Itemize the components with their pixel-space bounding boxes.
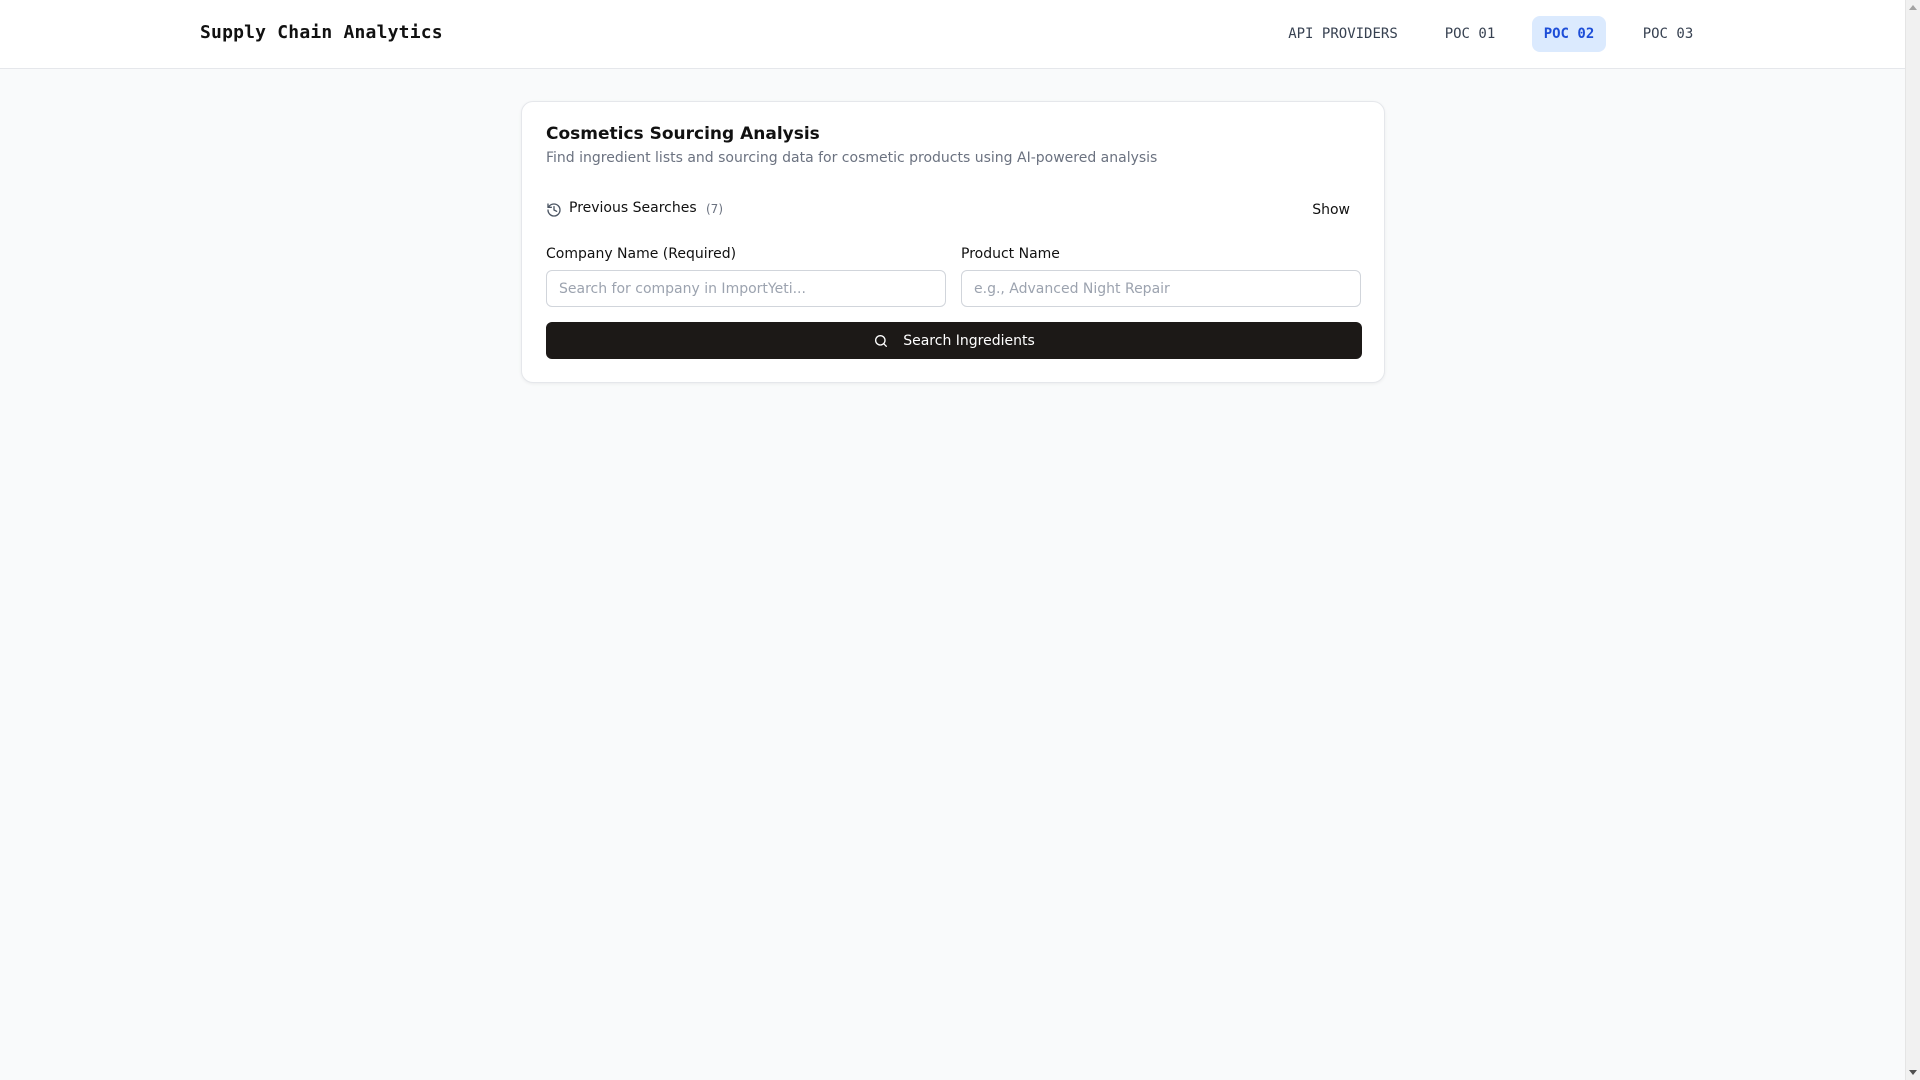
scroll-down-arrow-icon[interactable] bbox=[1909, 1070, 1917, 1075]
card-title: Cosmetics Sourcing Analysis bbox=[546, 124, 820, 144]
brand-title: Supply Chain Analytics bbox=[200, 22, 443, 43]
search-ingredients-button[interactable]: Search Ingredients bbox=[546, 322, 1362, 359]
search-ingredients-label: Search Ingredients bbox=[903, 332, 1035, 349]
nav-item-poc-02[interactable]: POC 02 bbox=[1532, 16, 1606, 52]
nav-item-poc-03[interactable]: POC 03 bbox=[1628, 16, 1708, 52]
page-scrollbar[interactable] bbox=[1905, 0, 1920, 1080]
sourcing-analysis-card: Cosmetics Sourcing Analysis Find ingredi… bbox=[521, 101, 1385, 383]
product-name-input[interactable] bbox=[961, 270, 1361, 307]
history-icon bbox=[547, 203, 561, 217]
search-icon bbox=[875, 334, 888, 347]
scroll-up-arrow-icon[interactable] bbox=[1909, 5, 1917, 10]
nav-item-poc-01[interactable]: POC 01 bbox=[1430, 16, 1510, 52]
card-subtitle: Find ingredient lists and sourcing data … bbox=[546, 150, 1158, 166]
previous-searches-row: Previous Searches (7) Show bbox=[546, 198, 1362, 222]
previous-searches-label: Previous Searches bbox=[569, 200, 697, 216]
company-name-label: Company Name (Required) bbox=[546, 246, 737, 262]
top-navigation-bar: Supply Chain Analytics API PROVIDERS POC… bbox=[0, 0, 1905, 69]
show-previous-searches-button[interactable]: Show bbox=[1300, 198, 1362, 222]
nav-item-api-providers[interactable]: API PROVIDERS bbox=[1278, 16, 1408, 52]
previous-searches-count: (7) bbox=[706, 202, 723, 216]
product-name-label: Product Name bbox=[961, 246, 1060, 262]
company-name-input[interactable] bbox=[546, 270, 946, 307]
